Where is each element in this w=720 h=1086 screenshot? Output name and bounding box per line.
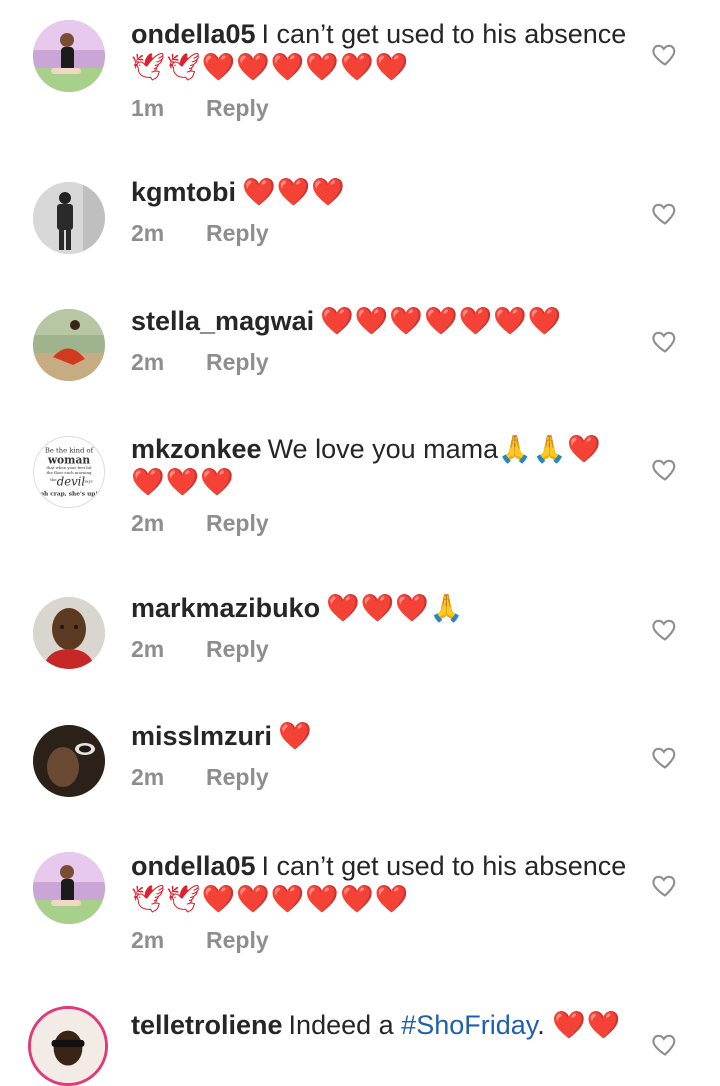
- comment-username[interactable]: ondella05: [131, 19, 256, 49]
- avatar[interactable]: [33, 309, 105, 381]
- comment-emojis: 🕊🕊❤️❤️❤️❤️❤️❤️: [131, 52, 410, 82]
- comment-text-end: .: [537, 1010, 545, 1040]
- reply-button[interactable]: Reply: [206, 349, 269, 375]
- heart-outline-icon[interactable]: [651, 199, 679, 227]
- comment-username[interactable]: misslmzuri: [131, 721, 272, 751]
- avatar-quote-line: oh crap, she's up!: [40, 491, 98, 497]
- avatar[interactable]: [33, 20, 105, 92]
- comment-text: I can’t get used to his absence: [261, 851, 627, 881]
- reply-button[interactable]: Reply: [206, 95, 269, 121]
- comment-username[interactable]: ondella05: [131, 851, 256, 881]
- comment-text: I can’t get used to his absence: [261, 19, 627, 49]
- comment-time: 2m: [131, 510, 165, 536]
- reply-button[interactable]: Reply: [206, 510, 269, 536]
- comment-emojis: ❤️❤️: [552, 1010, 622, 1040]
- comment-username[interactable]: stella_magwai: [131, 306, 314, 336]
- comment-username[interactable]: mkzonkee: [131, 434, 262, 464]
- comment-username[interactable]: markmazibuko: [131, 593, 320, 623]
- comment-emojis: ❤️: [278, 721, 313, 751]
- comment-time: 2m: [131, 220, 165, 246]
- comment-text: We love you mama: [267, 434, 499, 464]
- hashtag-link[interactable]: #ShoFriday: [401, 1010, 537, 1040]
- avatar[interactable]: [33, 597, 105, 669]
- avatar-quote-line: devil: [57, 475, 86, 489]
- comment-username[interactable]: kgmtobi: [131, 177, 236, 207]
- heart-outline-icon[interactable]: [651, 1030, 679, 1058]
- reply-button[interactable]: Reply: [206, 927, 269, 953]
- comment-emojis: ❤️❤️❤️: [242, 177, 346, 207]
- heart-outline-icon[interactable]: [651, 871, 679, 899]
- reply-button[interactable]: Reply: [206, 220, 269, 246]
- heart-outline-icon[interactable]: [651, 455, 679, 483]
- heart-outline-icon[interactable]: [651, 40, 679, 68]
- avatar[interactable]: [28, 1006, 108, 1086]
- comment-emojis: ❤️❤️❤️🙏: [326, 593, 465, 623]
- comment-text: Indeed a: [288, 1010, 394, 1040]
- comment-time: 2m: [131, 349, 165, 375]
- avatar-quote-line: says: [84, 479, 92, 484]
- comment-emojis: 🕊🕊❤️❤️❤️❤️❤️❤️: [131, 884, 410, 914]
- heart-outline-icon[interactable]: [651, 327, 679, 355]
- comment-time: 2m: [131, 764, 165, 790]
- heart-outline-icon[interactable]: [651, 743, 679, 771]
- comment-username[interactable]: telletroliene: [131, 1010, 283, 1040]
- reply-button[interactable]: Reply: [206, 764, 269, 790]
- heart-outline-icon[interactable]: [651, 615, 679, 643]
- avatar[interactable]: [33, 182, 105, 254]
- avatar[interactable]: [33, 852, 105, 924]
- comment-time: 2m: [131, 927, 165, 953]
- comment-emojis: ❤️❤️❤️❤️❤️❤️❤️: [320, 306, 563, 336]
- avatar[interactable]: Be the kind of woman that when your feet…: [33, 436, 105, 508]
- reply-button[interactable]: Reply: [206, 636, 269, 662]
- comment-time: 2m: [131, 636, 165, 662]
- avatar[interactable]: [33, 725, 105, 797]
- comment-time: 1m: [131, 95, 165, 121]
